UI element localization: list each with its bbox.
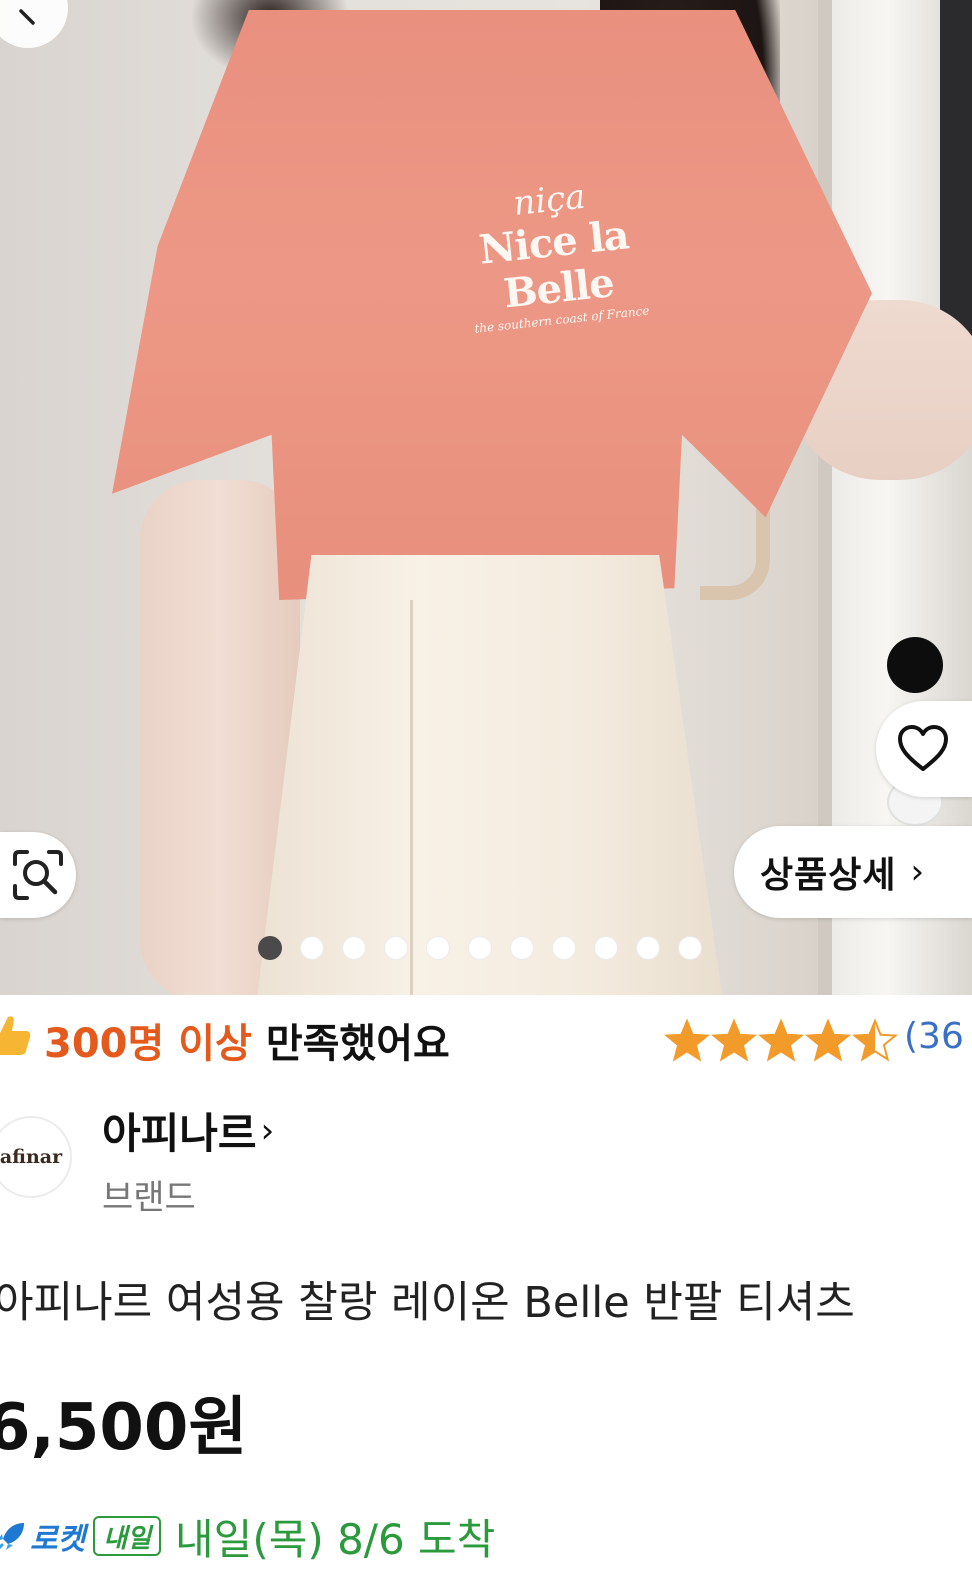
pagination-dot[interactable] [468,936,492,960]
rocket-delivery-label: 로켓 [30,1522,86,1557]
brand-name-link[interactable]: 아피나르 › [102,1100,274,1161]
brand-name: 아피나르 [102,1109,257,1158]
product-detail-button[interactable]: 상품상세 › [734,826,972,918]
star-icon [711,1018,757,1062]
image-pagination [258,936,702,960]
wishlist-button[interactable] [876,701,972,797]
color-option-black[interactable] [887,637,943,693]
tomorrow-badge: 내일 [93,1516,162,1556]
star-icon [852,1018,898,1062]
review-count-link[interactable]: (36 [904,1016,964,1057]
photo-skirt [255,555,725,995]
satisfaction-count: 300명 이상 [44,1021,252,1067]
delivery-info: 로켓 내일 내일(목) 8/6 도착 [0,1504,495,1568]
brand-logo[interactable]: afinar [0,1116,72,1198]
product-price: 6,500원 [0,1391,248,1465]
pagination-dot[interactable] [426,936,450,960]
pagination-dot[interactable] [384,936,408,960]
pagination-dot[interactable] [342,936,366,960]
pagination-dot[interactable] [678,936,702,960]
chevron-right-icon: › [910,852,925,892]
star-icon [664,1018,710,1062]
pagination-dot[interactable] [636,936,660,960]
product-title: 아피나르 여성용 찰랑 레이온 Belle 반팔 티셔츠 [0,1278,855,1328]
pagination-dot[interactable] [300,936,324,960]
back-button[interactable] [0,0,68,48]
heart-icon [898,725,948,771]
pagination-dot[interactable] [552,936,576,960]
arrival-date: 내일(목) 8/6 도착 [175,1514,496,1564]
image-search-button[interactable] [0,832,76,918]
product-image[interactable]: niça Nice la Belle the southern coast of… [0,0,972,995]
rocket-icon [0,1523,24,1550]
product-detail-label: 상품상세 [760,855,897,896]
image-search-icon [13,850,63,900]
chevron-right-icon: › [260,1110,275,1151]
pagination-dot[interactable] [258,936,282,960]
chevron-left-icon [19,9,35,25]
star-icon [758,1018,804,1062]
satisfaction-text: 만족했어요 [265,1021,450,1067]
thumbs-up-icon [0,1011,34,1069]
tshirt-print: niça Nice la Belle the southern coast of… [423,167,687,340]
brand-type-label: 브랜드 [102,1178,196,1218]
brand-logo-text: afinar [0,1146,63,1168]
rating-stars[interactable] [664,1018,898,1064]
star-icon [805,1018,851,1062]
pagination-dot[interactable] [510,936,534,960]
pagination-dot[interactable] [594,936,618,960]
